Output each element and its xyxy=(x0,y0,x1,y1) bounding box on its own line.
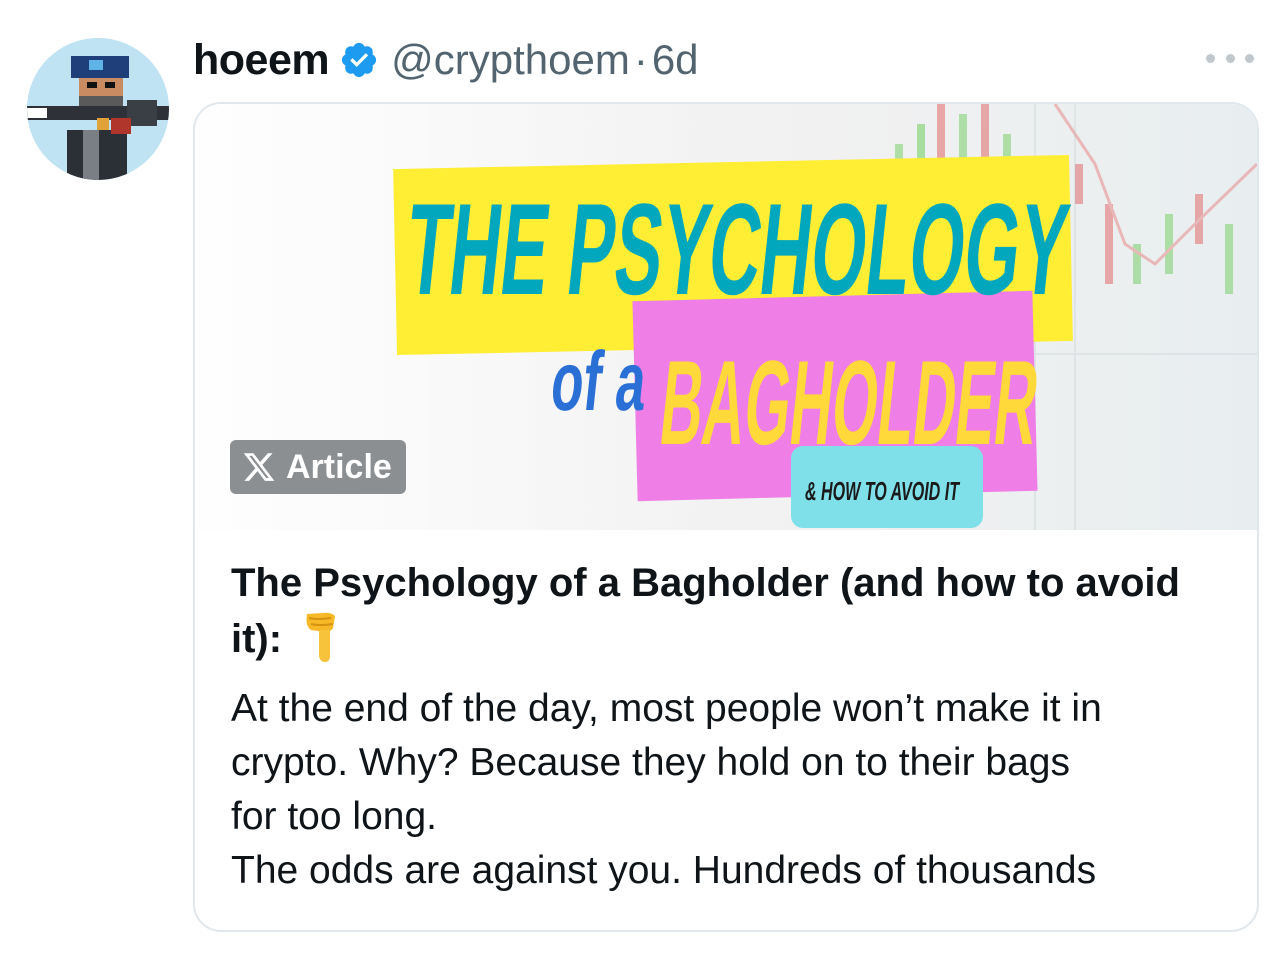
article-title[interactable]: The Psychology of a Bagholder (and how t… xyxy=(231,556,1231,666)
preview-line: At the end of the day, most people won’t… xyxy=(231,687,1102,730)
article-card[interactable]: THE PSYCHOLOGY of a BAGHOLDER & HOW TO A… xyxy=(193,102,1259,932)
separator-dot: · xyxy=(633,36,648,83)
pixel-art-character-avatar-icon xyxy=(27,38,169,180)
article-badge: Article xyxy=(230,440,406,494)
article-cover-image: THE PSYCHOLOGY of a BAGHOLDER & HOW TO A… xyxy=(195,104,1257,530)
user-avatar[interactable] xyxy=(27,38,169,180)
preview-line: for too long. xyxy=(231,795,437,838)
cover-title-line2: BAGHOLDER xyxy=(655,336,1045,470)
cover-subtitle: & HOW TO AVOID IT xyxy=(805,476,960,506)
tweet-header: hoeem @crypthoem · 6d xyxy=(193,30,699,90)
backhand-index-pointing-down-emoji xyxy=(306,612,336,662)
article-preview: At the end of the day, most people won’t… xyxy=(231,682,1251,898)
preview-line: crypto. Why? Because they hold on to the… xyxy=(231,741,1070,784)
article-badge-label: Article xyxy=(286,447,392,486)
cover-title-line1: THE PSYCHOLOGY xyxy=(400,176,1075,322)
timestamp[interactable]: 6d xyxy=(652,36,699,84)
display-name[interactable]: hoeem xyxy=(193,36,330,85)
x-logo-icon xyxy=(243,453,275,481)
more-options-icon[interactable] xyxy=(1206,48,1254,68)
user-handle[interactable]: @crypthoem xyxy=(391,36,630,84)
preview-line: The odds are against you. Hundreds of th… xyxy=(231,849,1097,892)
verified-badge-icon xyxy=(342,42,377,78)
article-title-text: The Psychology of a Bagholder (and how t… xyxy=(231,561,1180,661)
cover-title-of-a: of a xyxy=(547,334,652,428)
